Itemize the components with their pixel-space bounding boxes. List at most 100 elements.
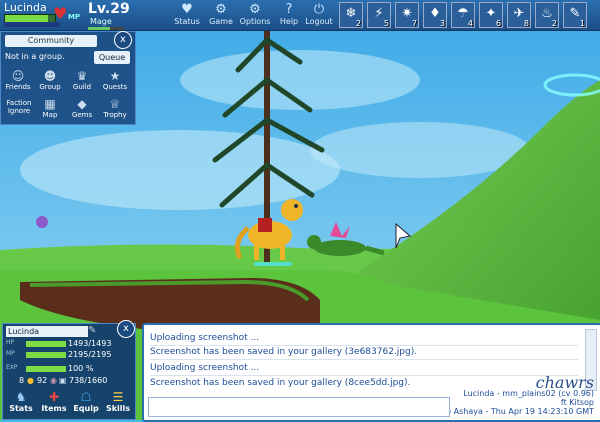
skill-count: 3 <box>439 19 445 28</box>
skill-slot[interactable]: ⚡ 5 <box>367 2 391 28</box>
skill-slot[interactable]: ✷ 7 <box>395 2 419 28</box>
friends-button[interactable]: ☺ Friends <box>3 69 33 92</box>
hp-bar-fill <box>26 341 66 347</box>
friends-label: Friends <box>5 83 31 91</box>
top-bar: Lucinda ♥ MP Lv.29 Mage ♥ Status ⚙ Game … <box>0 0 600 31</box>
skill-slot[interactable]: ✈ 8 <box>507 2 531 28</box>
faction-ignore-button[interactable]: ⚑Faction Ignore <box>3 99 35 115</box>
quests-icon: ★ <box>109 69 121 83</box>
character-panel: Lucinda ✎ x HP 1493/1493 MP 2195/2195 EX… <box>2 320 136 420</box>
skill-count: 4 <box>467 19 473 28</box>
chat-input[interactable] <box>148 397 450 417</box>
skill-slot[interactable]: ❄ 2 <box>339 2 363 28</box>
chat-line: Screenshot has been saved in your galler… <box>150 347 418 357</box>
map-label: Map <box>42 111 58 119</box>
equip-label: Equip <box>73 404 99 413</box>
community-title: Community <box>5 35 97 47</box>
guild-label: Guild <box>72 83 92 91</box>
exp-bar <box>26 366 66 372</box>
player-class: Mage <box>90 17 112 26</box>
edit-icon[interactable]: ✎ <box>88 325 96 336</box>
skill-count: 8 <box>523 19 529 28</box>
skill-count: 5 <box>383 19 389 28</box>
skills-icon: ☰ <box>112 390 124 404</box>
skill-slot[interactable]: ☂ 4 <box>451 2 475 28</box>
skill-count: 7 <box>411 19 417 28</box>
coin-icon: ● <box>27 376 34 385</box>
xp-bar <box>88 27 124 30</box>
chat-divider <box>150 375 578 376</box>
bits-value: 92 <box>37 376 48 385</box>
logout-icon: ⏻ <box>313 2 325 17</box>
hp-value: 1493/1493 <box>68 339 112 348</box>
queue-button[interactable]: Queue <box>94 51 130 64</box>
bag-value: 738/1660 <box>69 376 108 385</box>
mp-value: 2195/2195 <box>68 350 112 359</box>
items-button[interactable]: ✚ Items <box>39 390 69 414</box>
stats-button[interactable]: ♞ Stats <box>6 391 36 414</box>
equip-icon: ☖ <box>80 390 92 404</box>
group-button[interactable]: ☻ Group <box>35 69 65 92</box>
nav-help-button[interactable]: ? Help <box>272 2 306 29</box>
skill-count: 1 <box>579 19 585 28</box>
gem-icon: ◆ <box>77 97 87 111</box>
chat-line: Uploading screenshot ... <box>150 333 260 343</box>
exp-value: 100 % <box>68 364 94 373</box>
bits-icon: ◉ <box>50 376 57 385</box>
settings-icon: ⚙ <box>215 2 227 17</box>
skill-count: 2 <box>551 19 557 28</box>
mp-label: MP <box>6 350 15 357</box>
nav-game-label: Game <box>209 17 233 26</box>
help-icon: ? <box>285 2 293 17</box>
nav-help-label: Help <box>279 17 299 26</box>
gems-button[interactable]: ◆ Gems <box>67 97 97 120</box>
quests-button[interactable]: ★ Quests <box>100 69 130 92</box>
character-name: Lucinda <box>6 326 88 337</box>
mp-bar-fill <box>26 352 66 358</box>
skill-slot[interactable]: ♨ 2 <box>535 2 559 28</box>
chat-divider <box>150 359 578 360</box>
community-panel: Community x Not in a group. Queue ☺ Frien… <box>0 31 136 125</box>
group-icon: ☻ <box>43 69 57 83</box>
quests-label: Quests <box>102 83 128 91</box>
nav-logout-label: Logout <box>305 17 333 26</box>
skills-button[interactable]: ☰ Skills <box>103 390 133 414</box>
exp-label: EXP <box>6 364 18 371</box>
nav-game-button[interactable]: ⚙ Game <box>204 2 238 29</box>
exp-row: EXP 100 % <box>6 364 130 374</box>
items-icon: ✚ <box>48 390 60 404</box>
community-close-button[interactable]: x <box>114 31 132 49</box>
items-label: Items <box>41 404 67 413</box>
hp-bar <box>26 341 66 347</box>
chat-line: Uploading screenshot ... <box>150 363 260 373</box>
equip-button[interactable]: ☖ Equip <box>71 390 101 414</box>
map-button[interactable]: ▦ Map <box>35 98 65 120</box>
guild-icon: ♛ <box>76 69 88 83</box>
nav-status-label: Status <box>174 17 200 26</box>
gold-value: 8 <box>19 376 25 385</box>
xp-fill <box>88 27 110 30</box>
exp-bar-fill <box>26 366 66 372</box>
character-close-button[interactable]: x <box>117 320 135 338</box>
pony-nameplate <box>254 262 292 266</box>
skill-slot[interactable]: ✦ 6 <box>479 2 503 28</box>
faction-ignore-label: Faction Ignore <box>6 99 32 115</box>
guild-button[interactable]: ♛ Guild <box>67 69 97 92</box>
skills-label: Skills <box>105 404 131 413</box>
gear-icon: ⚙ <box>249 2 261 17</box>
group-status: Not in a group. <box>5 52 65 61</box>
friends-icon: ☺ <box>11 69 25 83</box>
nav-options-button[interactable]: ⚙ Options <box>238 2 272 29</box>
skill-slot[interactable]: ✎ 1 <box>563 2 587 28</box>
player-mp-bar <box>4 22 60 27</box>
nav-options-label: Options <box>239 17 271 26</box>
group-label: Group <box>39 83 61 91</box>
stats-label: Stats <box>9 404 33 413</box>
player-name: Lucinda <box>4 1 47 14</box>
hp-row: HP 1493/1493 <box>6 339 130 349</box>
hp-label: HP <box>6 339 15 346</box>
skill-slot[interactable]: ♦ 3 <box>423 2 447 28</box>
nav-logout-button[interactable]: ⏻ Logout <box>302 2 336 29</box>
trophy-button[interactable]: ♕ Trophy <box>100 98 130 120</box>
nav-status-button[interactable]: ♥ Status <box>170 2 204 29</box>
